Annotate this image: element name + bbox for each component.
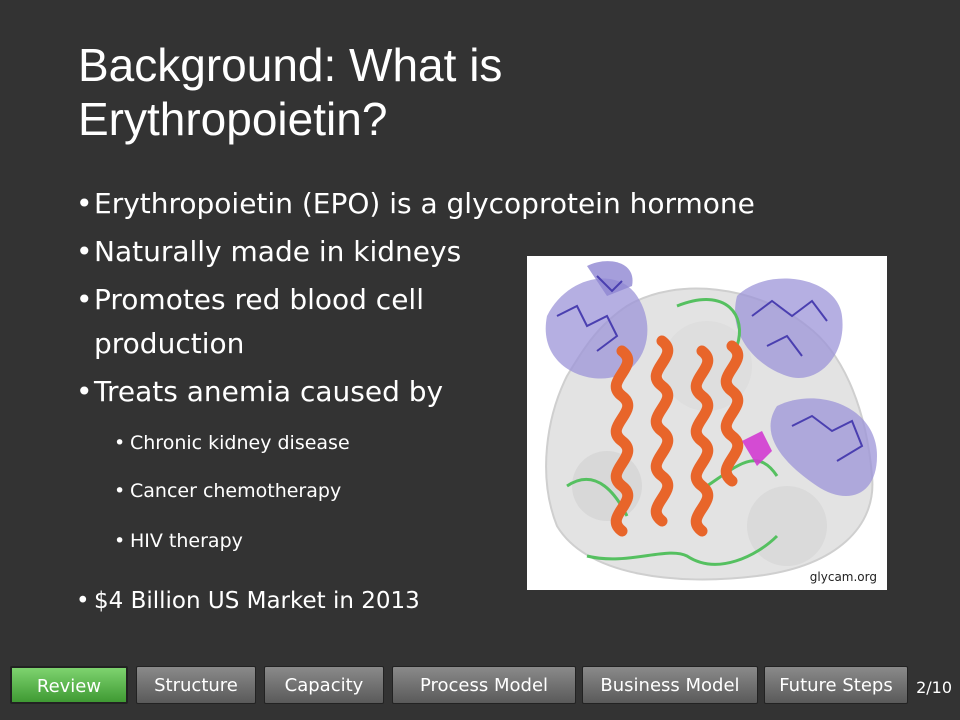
bullet-continuation: production xyxy=(76,324,244,364)
bullet-dot: • xyxy=(76,375,93,408)
sub-bullet-item: • Cancer chemotherapy xyxy=(114,478,341,504)
sub-bullet-item: • HIV therapy xyxy=(114,528,243,554)
tab-structure[interactable]: Structure xyxy=(136,666,256,704)
figure-credit: glycam.org xyxy=(809,570,877,584)
bullet-item: • Erythropoietin (EPO) is a glycoprotein… xyxy=(76,184,755,224)
bullet-dot: • xyxy=(114,530,126,552)
bullet-text: $4 Billion US Market in 2013 xyxy=(94,588,420,614)
tab-business-model[interactable]: Business Model xyxy=(582,666,758,704)
tab-capacity[interactable]: Capacity xyxy=(264,666,384,704)
bullet-text: Erythropoietin (EPO) is a glycoprotein h… xyxy=(94,187,755,220)
bullet-dot: • xyxy=(76,588,90,614)
sub-bullet-text: HIV therapy xyxy=(130,530,243,552)
bullet-text: Treats anemia caused by xyxy=(94,375,444,408)
bullet-text: production xyxy=(94,327,245,360)
bullet-dot: • xyxy=(76,187,93,220)
slide: Background: What is Erythropoietin? • Er… xyxy=(0,0,960,720)
bullet-dot: • xyxy=(76,235,93,268)
bullet-item: • Treats anemia caused by xyxy=(76,372,443,412)
sub-bullet-text: Chronic kidney disease xyxy=(130,432,350,454)
bullet-dot: • xyxy=(114,480,126,502)
epo-protein-figure: glycam.org xyxy=(527,256,887,590)
tab-future-steps[interactable]: Future Steps xyxy=(764,666,908,704)
sub-bullet-item: • Chronic kidney disease xyxy=(114,430,350,456)
bullet-text: Naturally made in kidneys xyxy=(94,235,462,268)
bullet-dot: • xyxy=(76,283,93,316)
section-nav: Review Structure Capacity Process Model … xyxy=(10,666,910,706)
protein-structure-illustration xyxy=(545,261,877,581)
page-number: 2/10 xyxy=(916,678,952,697)
sub-bullet-text: Cancer chemotherapy xyxy=(130,480,342,502)
slide-title: Background: What is Erythropoietin? xyxy=(78,39,503,145)
tab-process-model[interactable]: Process Model xyxy=(392,666,576,704)
bullet-item: • $4 Billion US Market in 2013 xyxy=(76,586,420,616)
bullet-dot: • xyxy=(114,432,126,454)
surface-lobe xyxy=(747,486,827,566)
bullet-item: • Promotes red blood cell xyxy=(76,280,424,320)
bullet-item: • Naturally made in kidneys xyxy=(76,232,461,272)
bullet-text: Promotes red blood cell xyxy=(94,283,424,316)
surface-lobe xyxy=(572,451,642,521)
tab-review[interactable]: Review xyxy=(10,666,128,704)
